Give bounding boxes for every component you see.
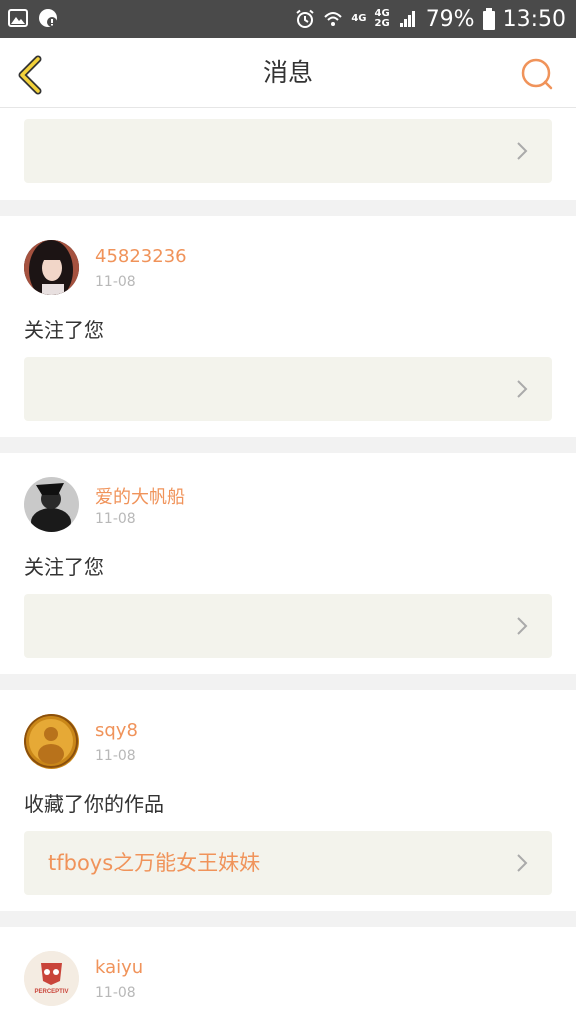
work-link[interactable]: tfboys之万能女王妹妹 [24,831,552,895]
status-left-icons [8,8,58,28]
message-card: sqy8 11-08 收藏了你的作品 tfboys之万能女王妹妹 [0,690,576,911]
action-text: 收藏了你的作品 [24,792,164,816]
clock: 13:50 [502,6,566,32]
alarm-icon [296,9,314,28]
chevron-right-icon [517,854,528,872]
work-link[interactable] [24,119,552,183]
message-card: 45823236 11-08 关注了您 [0,216,576,437]
avatar-image [24,477,79,532]
message-card [0,108,576,200]
date: 11-08 [95,274,136,290]
username[interactable]: 爱的大帆船 [95,483,185,509]
work-link[interactable] [24,594,552,658]
avatar-image [24,714,79,769]
message-list[interactable]: 45823236 11-08 关注了您 爱的大帆船 11-08 关注了您 sqy… [0,108,576,1024]
action-text: 关注了您 [24,318,104,342]
avatar[interactable]: PERCEPTIV [24,951,79,1006]
status-bar: 4G 4G 2G 79% 13:50 [0,0,576,38]
signal-icon [399,11,415,27]
message-card: PERCEPTIV kaiyu 11-08 [0,927,576,1024]
search-button[interactable] [520,57,554,91]
message-icon [39,9,57,27]
chevron-right-icon [517,380,528,398]
username[interactable]: 45823236 [95,246,187,267]
chevron-right-icon [517,142,528,160]
avatar[interactable] [24,477,79,532]
username[interactable]: sqy8 [95,720,138,741]
network-type-4g: 4G [351,13,367,24]
date: 11-08 [95,511,136,527]
network-type-2g: 2G [374,18,390,29]
battery-percent: 79% [425,6,475,32]
work-link[interactable] [24,357,552,421]
date: 11-08 [95,748,136,764]
action-text: 关注了您 [24,555,104,579]
avatar[interactable] [24,714,79,769]
date: 11-08 [95,985,136,1001]
avatar-image [24,240,79,295]
nav-bar: 消息 [0,38,576,108]
username[interactable]: kaiyu [95,957,143,978]
status-right-icons: 4G 4G 2G 79% 13:50 [295,0,566,38]
work-title: tfboys之万能女王妹妹 [48,851,261,875]
image-icon [8,9,28,27]
avatar-image [24,951,79,1006]
battery-icon [482,8,495,30]
chevron-right-icon [517,617,528,635]
avatar[interactable] [24,240,79,295]
message-card: 爱的大帆船 11-08 关注了您 [0,453,576,674]
wifi-icon [324,12,343,26]
network-dual: 4G 2G [375,9,390,29]
avatar-label: PERCEPTIV [34,989,69,995]
page-title: 消息 [262,58,313,87]
